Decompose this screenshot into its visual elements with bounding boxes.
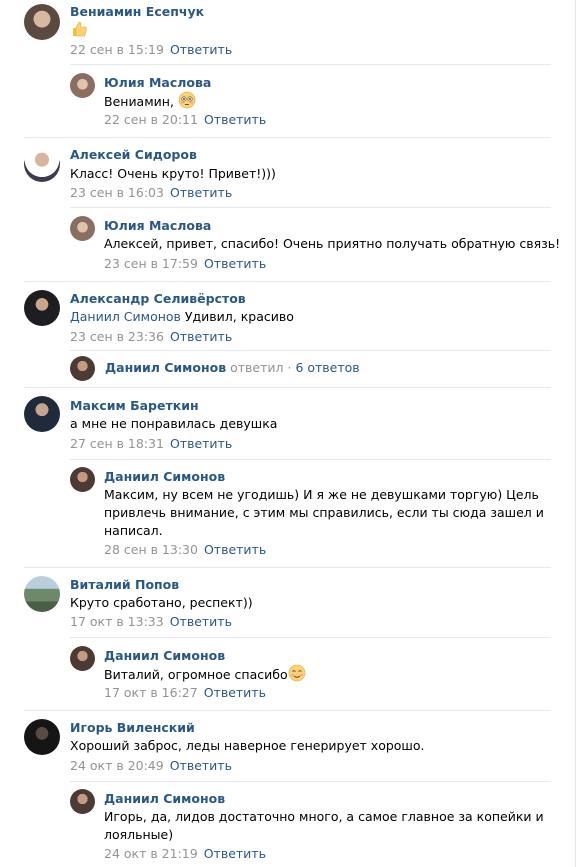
thumbs-up-icon — [70, 20, 88, 43]
reply-meta: 23 сен в 17:59 Ответить — [104, 256, 266, 271]
avatar[interactable] — [70, 789, 95, 814]
comment-date[interactable]: 24 окт в 20:49 — [70, 758, 164, 773]
reply-button[interactable]: Ответить — [204, 685, 266, 700]
avatar[interactable] — [70, 73, 95, 98]
avatar[interactable] — [70, 646, 95, 671]
separator — [70, 64, 551, 65]
reply-button[interactable]: Ответить — [170, 758, 232, 773]
comment-author[interactable]: Вениамин Есепчук — [70, 4, 204, 19]
comment-text: Класс! Очень круто! Привет!))) — [70, 166, 276, 181]
reply-text: Алексей, привет, спасибо! Очень приятно … — [104, 236, 561, 251]
comment-text — [70, 20, 88, 43]
comment-meta: 23 сен в 16:03 Ответить — [70, 185, 232, 200]
thread-action: ответил — [230, 360, 284, 375]
reply-author[interactable]: Даниил Симонов — [104, 648, 225, 663]
avatar[interactable] — [24, 719, 60, 755]
avatar[interactable] — [24, 4, 60, 40]
separator — [70, 350, 551, 351]
reply-button[interactable]: Ответить — [170, 42, 232, 57]
separator — [70, 781, 551, 782]
avatar[interactable] — [24, 290, 60, 326]
reply-author[interactable]: Даниил Симонов — [104, 469, 225, 484]
reply-author[interactable]: Юлия Маслова — [104, 218, 211, 233]
comment-meta: 17 окт в 13:33 Ответить — [70, 614, 232, 629]
comment-text: Круто сработано, респект)) — [70, 595, 253, 610]
flushed-face-icon — [178, 91, 196, 114]
reply-button[interactable]: Ответить — [204, 256, 266, 271]
reply-text-line: лояльные) — [104, 827, 174, 842]
thread-summary[interactable]: Даниил Симонов ответил · 6 ответов — [70, 355, 360, 381]
reply-meta: 28 сен в 13:30 Ответить — [104, 542, 266, 557]
comment-author[interactable]: Александр Селивёрстов — [70, 291, 246, 306]
smiling-face-icon — [288, 664, 306, 687]
comment-meta: 24 окт в 20:49 Ответить — [70, 758, 232, 773]
avatar[interactable] — [70, 467, 95, 492]
thread-author[interactable]: Даниил Симонов — [105, 360, 226, 375]
thread-count-link[interactable]: 6 ответов — [295, 360, 359, 375]
thread-dot: · — [287, 360, 292, 375]
avatar[interactable] — [24, 396, 60, 432]
reply-date[interactable]: 28 сен в 13:30 — [104, 542, 198, 557]
reply-button[interactable]: Ответить — [170, 329, 232, 344]
reply-text: Виталий, огромное спасибо — [104, 664, 306, 687]
comment-meta: 23 сен в 23:36 Ответить — [70, 329, 232, 344]
reply-text-content: Вениамин, — [104, 94, 174, 109]
reply-button[interactable]: Ответить — [170, 436, 232, 451]
comment-text: Даниил Симонов Удивил, красиво — [70, 308, 294, 326]
comment-date[interactable]: 22 сен в 15:19 — [70, 42, 164, 57]
comment-author[interactable]: Игорь Виленский — [70, 720, 195, 735]
comment-text-content: Удивил, красиво — [184, 309, 294, 324]
comment-author[interactable]: Алексей Сидоров — [70, 147, 197, 162]
comment-date[interactable]: 17 окт в 13:33 — [70, 614, 164, 629]
comment-date[interactable]: 23 сен в 23:36 — [70, 329, 164, 344]
reply-text-line: Максим, ну всем не угодишь) И я же не де… — [104, 487, 539, 502]
reply-text-content: Виталий, огромное спасибо — [104, 667, 288, 682]
separator — [24, 387, 551, 388]
reply-date[interactable]: 22 сен в 20:11 — [104, 112, 198, 127]
separator — [24, 567, 551, 568]
mention-link[interactable]: Даниил Симонов — [70, 309, 181, 324]
avatar[interactable] — [24, 576, 60, 612]
reply-meta: 17 окт в 16:27 Ответить — [104, 685, 266, 700]
comment-text: а мне не понравилась девушка — [70, 416, 278, 431]
avatar[interactable] — [24, 146, 60, 182]
separator — [70, 459, 551, 460]
comment-date[interactable]: 27 сен в 18:31 — [70, 436, 164, 451]
reply-date[interactable]: 17 окт в 16:27 — [104, 685, 198, 700]
reply-date[interactable]: 23 сен в 17:59 — [104, 256, 198, 271]
separator — [70, 207, 551, 208]
reply-meta: 22 сен в 20:11 Ответить — [104, 112, 266, 127]
separator — [24, 281, 551, 282]
comment-author[interactable]: Виталий Попов — [70, 577, 179, 592]
reply-author[interactable]: Даниил Симонов — [104, 791, 225, 806]
separator — [24, 137, 551, 138]
reply-date[interactable]: 24 окт в 21:19 — [104, 846, 198, 861]
reply-author[interactable]: Юлия Маслова — [104, 75, 211, 90]
separator — [24, 710, 551, 711]
reply-text-line: привлечь внимание, с этим мы справились,… — [104, 505, 544, 520]
reply-button[interactable]: Ответить — [170, 185, 232, 200]
reply-text-line: Игорь, да, лидов достаточно много, а сам… — [104, 809, 544, 824]
comment-author[interactable]: Максим Бареткин — [70, 398, 199, 413]
reply-button[interactable]: Ответить — [204, 542, 266, 557]
reply-button[interactable]: Ответить — [170, 614, 232, 629]
reply-text-line: написал. — [104, 523, 163, 538]
comment-text: Хороший заброс, леды наверное генерирует… — [70, 738, 425, 753]
reply-meta: 24 окт в 21:19 Ответить — [104, 846, 266, 861]
comment-meta: 27 сен в 18:31 Ответить — [70, 436, 232, 451]
reply-text: Вениамин, — [104, 91, 196, 114]
reply-button[interactable]: Ответить — [204, 112, 266, 127]
separator — [70, 637, 551, 638]
comment-meta: 22 сен в 15:19 Ответить — [70, 42, 232, 57]
avatar[interactable] — [70, 216, 95, 241]
comment-date[interactable]: 23 сен в 16:03 — [70, 185, 164, 200]
reply-button[interactable]: Ответить — [204, 846, 266, 861]
